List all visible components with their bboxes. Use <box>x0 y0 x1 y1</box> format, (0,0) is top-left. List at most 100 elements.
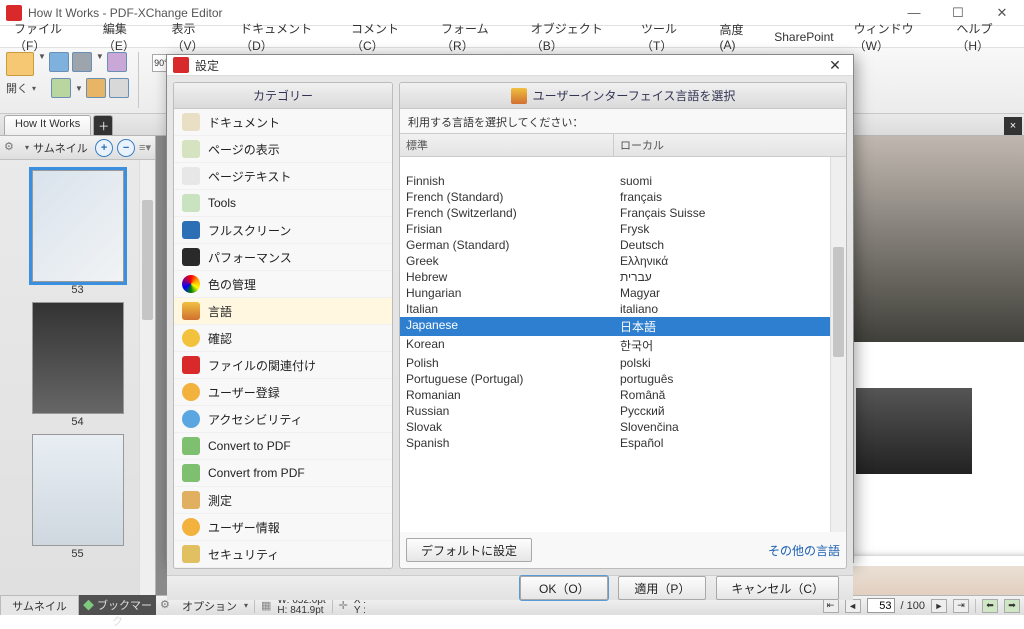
thumbnail-page[interactable] <box>32 302 124 414</box>
status-height: H: 841.9pt <box>277 606 325 616</box>
language-row[interactable]: RussianРусский <box>400 403 846 419</box>
category-fullscreen[interactable]: フルスクリーン <box>174 217 392 244</box>
dialog-button-bar: OK（O） 適用（P） キャンセル（C） <box>167 576 853 600</box>
category-list[interactable]: ドキュメント ページの表示 ページテキスト Tools フルスクリーン パフォー… <box>174 109 392 568</box>
other-languages-link[interactable]: その他の言語 <box>768 542 840 559</box>
language-scrollbar[interactable] <box>830 157 846 532</box>
nav-last-button[interactable]: ⇥ <box>953 599 969 613</box>
category-registration[interactable]: ユーザー登録 <box>174 379 392 406</box>
tab-add-button[interactable]: ＋ <box>93 115 113 135</box>
tab-document[interactable]: How It Works <box>4 115 91 135</box>
gear-icon[interactable]: ⚙ <box>4 140 20 156</box>
tab-close-button[interactable]: × <box>1004 117 1022 135</box>
find-icon[interactable] <box>86 78 106 98</box>
zoom-in-button[interactable]: + <box>95 139 113 157</box>
default-button[interactable]: デフォルトに設定 <box>406 538 532 562</box>
category-document[interactable]: ドキュメント <box>174 109 392 136</box>
thumbnail-number: 54 <box>6 416 149 428</box>
category-confirm[interactable]: 確認 <box>174 325 392 352</box>
category-performance[interactable]: パフォーマンス <box>174 244 392 271</box>
thumbnail-sidebar: ⚙ ▾ サムネイル + − ≡▾ 53 54 55 <box>0 136 156 595</box>
language-row[interactable]: GreekΕλληνικά <box>400 253 846 269</box>
ok-button[interactable]: OK（O） <box>520 576 608 600</box>
dropdown-icon[interactable]: ▾ <box>25 143 29 152</box>
search-icon[interactable] <box>109 78 129 98</box>
dialog-title: 設定 <box>195 57 823 74</box>
language-row[interactable]: Italianitaliano <box>400 301 846 317</box>
status-y: Y : <box>354 606 366 616</box>
menu-object[interactable]: オブジェクト（B） <box>523 18 629 56</box>
language-row[interactable]: Polishpolski <box>400 355 846 371</box>
language-icon <box>511 88 527 104</box>
dropdown-icon[interactable]: ▼ <box>75 84 83 93</box>
cancel-button[interactable]: キャンセル（C） <box>716 576 839 600</box>
language-row[interactable]: German (Standard)Deutsch <box>400 237 846 253</box>
language-row[interactable]: SlovakSlovenčina <box>400 419 846 435</box>
col-standard[interactable]: 標準 <box>400 134 614 156</box>
language-row[interactable]: RomanianRomână <box>400 387 846 403</box>
category-convert-from-pdf[interactable]: Convert from PDF <box>174 460 392 487</box>
dropdown-icon[interactable]: ▾ <box>244 601 248 610</box>
zoom-out-button[interactable]: − <box>117 139 135 157</box>
sidebar-scrollbar[interactable] <box>139 160 155 595</box>
language-row[interactable]: Finnishsuomi <box>400 173 846 189</box>
sidebar-tab-thumbnails[interactable]: サムネイル <box>0 595 79 615</box>
thumbnail-page[interactable] <box>32 434 124 546</box>
menu-help[interactable]: ヘルプ（H） <box>948 18 1024 56</box>
sidebar-options-icon[interactable]: ≡▾ <box>139 141 151 154</box>
category-file-assoc[interactable]: ファイルの関連付け <box>174 352 392 379</box>
app-icon <box>173 57 189 73</box>
dropdown-icon[interactable]: ▼ <box>38 52 46 76</box>
language-row-selected[interactable]: Japanese日本語 <box>400 317 846 336</box>
category-user-info[interactable]: ユーザー情報 <box>174 514 392 541</box>
language-row[interactable]: HungarianMagyar <box>400 285 846 301</box>
language-row[interactable]: Korean한국어 <box>400 336 846 355</box>
crop-icon[interactable]: ▦ <box>261 599 271 612</box>
apply-button[interactable]: 適用（P） <box>618 576 706 600</box>
page-input[interactable] <box>867 598 895 613</box>
nav-back-button[interactable]: ⬅ <box>982 599 998 613</box>
category-page-text[interactable]: ページテキスト <box>174 163 392 190</box>
category-tools[interactable]: Tools <box>174 190 392 217</box>
language-row[interactable]: French (Switzerland)Français Suisse <box>400 205 846 221</box>
thumbnail-page[interactable] <box>32 170 124 282</box>
menu-advanced[interactable]: 高度(A) <box>712 19 763 54</box>
menu-window[interactable]: ウィンドウ（W） <box>846 18 945 56</box>
language-list[interactable]: Finnishsuomi French (Standard)français F… <box>400 157 846 532</box>
language-row[interactable]: FrisianFrysk <box>400 221 846 237</box>
scan-icon[interactable] <box>51 78 71 98</box>
nav-first-button[interactable]: ⇤ <box>823 599 839 613</box>
language-row[interactable]: Portuguese (Portugal)português <box>400 371 846 387</box>
language-row[interactable]: French (Standard)français <box>400 189 846 205</box>
menu-tool[interactable]: ツール（T） <box>633 18 707 56</box>
mail-icon[interactable] <box>107 52 127 72</box>
dropdown-icon[interactable]: ▼ <box>96 52 104 76</box>
nav-next-button[interactable]: ► <box>931 599 947 613</box>
print-icon[interactable] <box>72 52 92 72</box>
menu-view[interactable]: 表示（V） <box>164 18 229 56</box>
category-page-view[interactable]: ページの表示 <box>174 136 392 163</box>
category-measure[interactable]: 測定 <box>174 487 392 514</box>
language-row[interactable]: Hebrewעברית <box>400 269 846 285</box>
menu-sharepoint[interactable]: SharePoint <box>766 28 841 46</box>
category-language[interactable]: 言語 <box>174 298 392 325</box>
nav-forward-button[interactable]: ➡ <box>1004 599 1020 613</box>
dropdown-icon[interactable]: ▾ <box>32 84 36 93</box>
language-row[interactable]: SpanishEspañol <box>400 435 846 451</box>
dialog-close-button[interactable]: ✕ <box>823 55 847 75</box>
category-accessibility[interactable]: アクセシビリティ <box>174 406 392 433</box>
open-folder-icon[interactable] <box>6 52 34 76</box>
category-color[interactable]: 色の管理 <box>174 271 392 298</box>
col-local[interactable]: ローカル <box>614 134 670 156</box>
category-header: カテゴリー <box>174 83 392 109</box>
menu-form[interactable]: フォーム（R） <box>433 18 519 56</box>
category-security[interactable]: セキュリティ <box>174 541 392 568</box>
menu-document[interactable]: ドキュメント（D） <box>232 18 339 56</box>
menu-comment[interactable]: コメント（C） <box>343 18 429 56</box>
category-convert-to-pdf[interactable]: Convert to PDF <box>174 433 392 460</box>
save-icon[interactable] <box>49 52 69 72</box>
menu-edit[interactable]: 編集（E） <box>95 18 160 56</box>
nav-prev-button[interactable]: ◄ <box>845 599 861 613</box>
sidebar-tab-bookmarks[interactable]: ◆ ブックマーク <box>79 595 156 615</box>
menu-file[interactable]: ファイル（F） <box>6 18 91 56</box>
